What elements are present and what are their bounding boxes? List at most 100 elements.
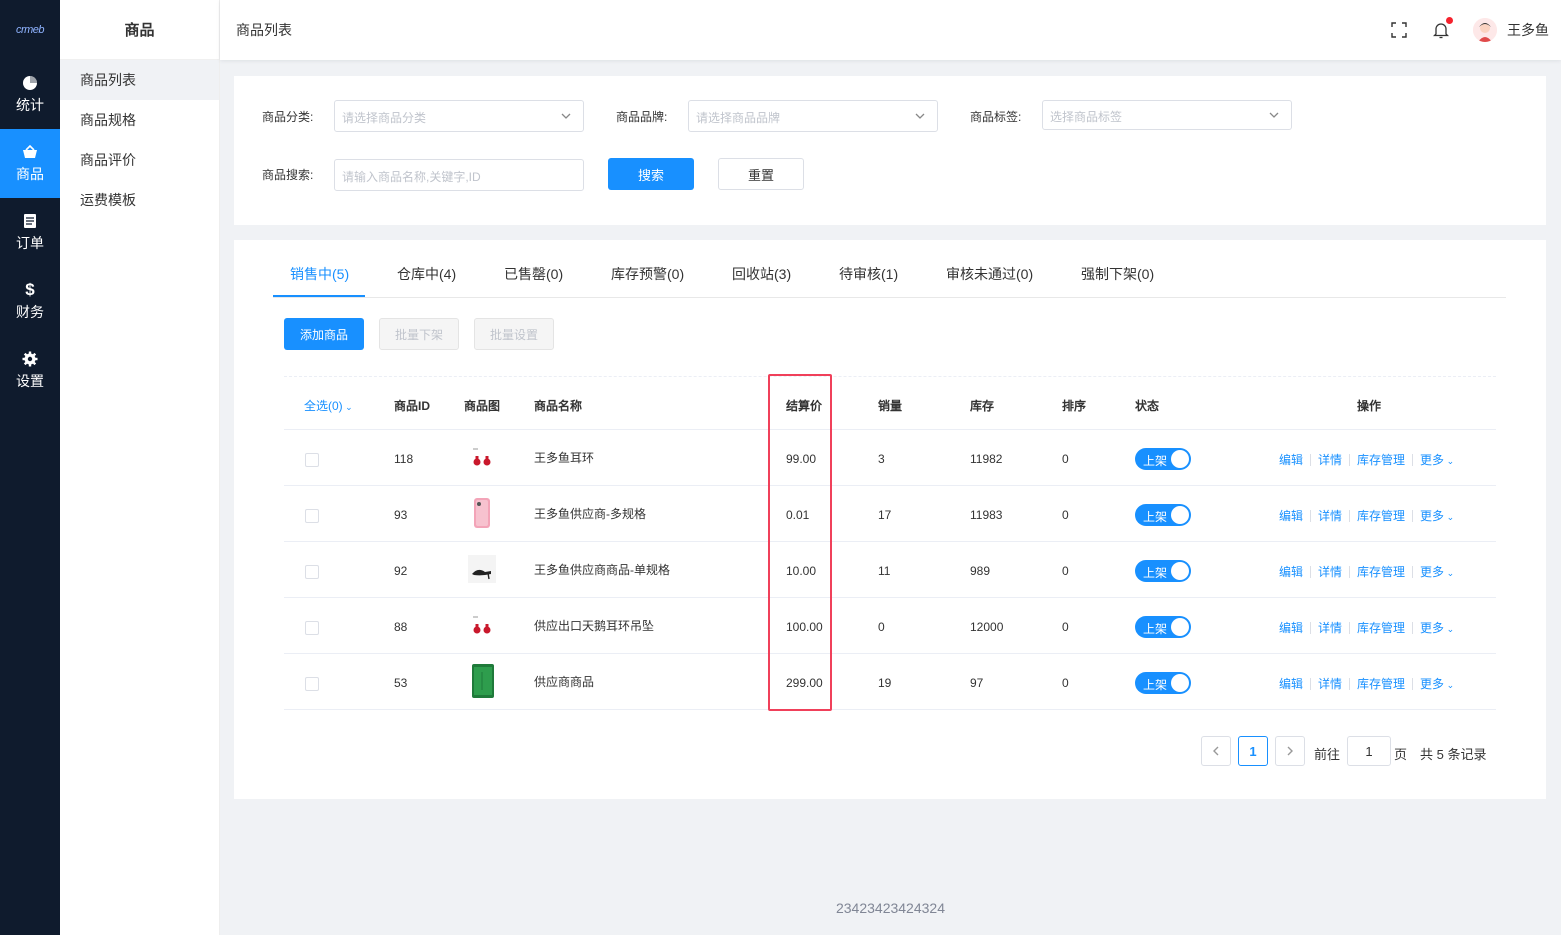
edit-link[interactable]: 编辑 — [1279, 619, 1303, 636]
brand-select[interactable]: 请选择商品品牌 — [688, 100, 938, 132]
nav-item-products[interactable]: 商品 — [0, 129, 60, 198]
product-sort: 0 — [1062, 564, 1069, 578]
brand-placeholder: 请选择商品品牌 — [696, 111, 781, 125]
detail-link[interactable]: 详情 — [1318, 563, 1342, 580]
divider — [1349, 509, 1351, 522]
batch-offline-button[interactable]: 批量下架 — [379, 318, 459, 350]
stock-manage-link[interactable]: 库存管理 — [1357, 507, 1405, 524]
product-id: 88 — [394, 620, 408, 634]
product-sales: 3 — [878, 452, 885, 466]
more-dropdown[interactable]: 更多 ⌄ — [1420, 675, 1454, 692]
divider — [1412, 509, 1414, 522]
row-actions: 编辑 详情 库存管理 更多 ⌄ — [1279, 563, 1454, 580]
category-select[interactable]: 请选择商品分类 — [334, 100, 584, 132]
tab-on-sale[interactable]: 销售中(5) — [290, 264, 349, 284]
edit-link[interactable]: 编辑 — [1279, 675, 1303, 692]
batch-settings-button[interactable]: 批量设置 — [474, 318, 554, 350]
tab-pending-review[interactable]: 待审核(1) — [839, 264, 898, 284]
product-thumbnail — [467, 498, 497, 528]
select-all-dropdown[interactable]: 全选(0) ⌄ — [304, 397, 353, 414]
edit-link[interactable]: 编辑 — [1279, 507, 1303, 524]
search-button[interactable]: 搜索 — [608, 158, 694, 190]
detail-link[interactable]: 详情 — [1318, 507, 1342, 524]
fullscreen-icon[interactable] — [1389, 20, 1409, 40]
more-dropdown[interactable]: 更多 ⌄ — [1420, 507, 1454, 524]
nav-item-finance[interactable]: $ 财务 — [0, 267, 60, 336]
column-header-name: 商品名称 — [534, 399, 583, 413]
tab-stock-warning[interactable]: 库存预警(0) — [611, 264, 684, 284]
stock-manage-link[interactable]: 库存管理 — [1357, 451, 1405, 468]
product-price: 99.00 — [786, 452, 817, 466]
gear-icon — [22, 351, 38, 367]
prev-page-button[interactable] — [1201, 736, 1231, 766]
chevron-down-icon — [915, 113, 925, 119]
product-sort: 0 — [1062, 452, 1069, 466]
more-dropdown[interactable]: 更多 ⌄ — [1420, 563, 1454, 580]
column-header-image: 商品图 — [464, 399, 501, 413]
detail-link[interactable]: 详情 — [1318, 451, 1342, 468]
divider — [1412, 565, 1414, 578]
tab-forced-offline[interactable]: 强制下架(0) — [1081, 264, 1154, 284]
row-checkbox[interactable] — [305, 677, 319, 691]
stock-manage-link[interactable]: 库存管理 — [1357, 675, 1405, 692]
product-name: 王多鱼耳环 — [534, 451, 595, 465]
more-label: 更多 — [1420, 621, 1445, 635]
status-label: 上架 — [1143, 510, 1168, 524]
detail-link[interactable]: 详情 — [1318, 675, 1342, 692]
status-label: 上架 — [1143, 622, 1168, 636]
row-actions: 编辑 详情 库存管理 更多 ⌄ — [1279, 675, 1454, 692]
page-number-button[interactable]: 1 — [1238, 736, 1268, 766]
edit-link[interactable]: 编辑 — [1279, 451, 1303, 468]
username[interactable]: 王多鱼 — [1507, 20, 1549, 40]
edit-link[interactable]: 编辑 — [1279, 563, 1303, 580]
product-name: 供应商商品 — [534, 675, 595, 689]
status-toggle[interactable]: 上架 — [1135, 448, 1191, 470]
subnav-title: 商品 — [60, 0, 219, 60]
row-checkbox[interactable] — [305, 509, 319, 523]
tab-recycle-bin[interactable]: 回收站(3) — [732, 264, 791, 284]
filter-panel: 商品分类: 请选择商品分类 商品品牌: 请选择商品品牌 商品标签: 选择商品标签… — [234, 76, 1546, 225]
chevron-down-icon: ⌄ — [1444, 624, 1455, 634]
status-toggle[interactable]: 上架 — [1135, 504, 1191, 526]
row-actions: 编辑 详情 库存管理 更多 ⌄ — [1279, 619, 1454, 636]
row-checkbox[interactable] — [305, 621, 319, 635]
avatar[interactable] — [1473, 18, 1497, 42]
divider — [1310, 509, 1312, 522]
more-dropdown[interactable]: 更多 ⌄ — [1420, 619, 1454, 636]
bell-icon[interactable] — [1431, 17, 1453, 40]
subnav-item-product-review[interactable]: 商品评价 — [60, 140, 219, 180]
stock-manage-link[interactable]: 库存管理 — [1357, 563, 1405, 580]
status-toggle[interactable]: 上架 — [1135, 560, 1191, 582]
tab-sold-out[interactable]: 已售罄(0) — [504, 264, 563, 284]
row-checkbox[interactable] — [305, 453, 319, 467]
brand-label: 商品品牌: — [616, 110, 668, 124]
tag-select[interactable]: 选择商品标签 — [1042, 100, 1292, 130]
nav-item-statistics[interactable]: 统计 — [0, 60, 60, 129]
status-toggle[interactable]: 上架 — [1135, 672, 1191, 694]
subnav-item-product-list[interactable]: 商品列表 — [60, 60, 219, 100]
search-label: 商品搜索: — [262, 168, 314, 182]
subnav-item-shipping-template[interactable]: 运费模板 — [60, 180, 219, 220]
status-toggle[interactable]: 上架 — [1135, 616, 1191, 638]
chevron-down-icon: ⌄ — [1444, 680, 1455, 690]
tab-review-failed[interactable]: 审核未通过(0) — [946, 264, 1033, 284]
tab-in-warehouse[interactable]: 仓库中(4) — [397, 264, 456, 284]
divider — [1412, 621, 1414, 634]
select-all-label: 全选(0) — [304, 399, 343, 413]
detail-link[interactable]: 详情 — [1318, 619, 1342, 636]
logo[interactable]: crmeb — [0, 0, 60, 60]
goto-page-input[interactable]: 1 — [1347, 736, 1391, 766]
product-stock: 97 — [970, 676, 984, 690]
add-product-button[interactable]: 添加商品 — [284, 318, 364, 350]
search-input[interactable]: 请输入商品名称,关键字,ID — [334, 159, 584, 191]
reset-button[interactable]: 重置 — [718, 158, 804, 190]
stock-manage-link[interactable]: 库存管理 — [1357, 619, 1405, 636]
next-page-button[interactable] — [1275, 736, 1305, 766]
nav-item-settings[interactable]: 设置 — [0, 336, 60, 405]
product-name: 王多鱼供应商-多规格 — [534, 507, 646, 521]
row-checkbox[interactable] — [305, 565, 319, 579]
nav-item-orders[interactable]: 订单 — [0, 198, 60, 267]
more-dropdown[interactable]: 更多 ⌄ — [1420, 451, 1454, 468]
divider — [1310, 621, 1312, 634]
subnav-item-product-spec[interactable]: 商品规格 — [60, 100, 219, 140]
